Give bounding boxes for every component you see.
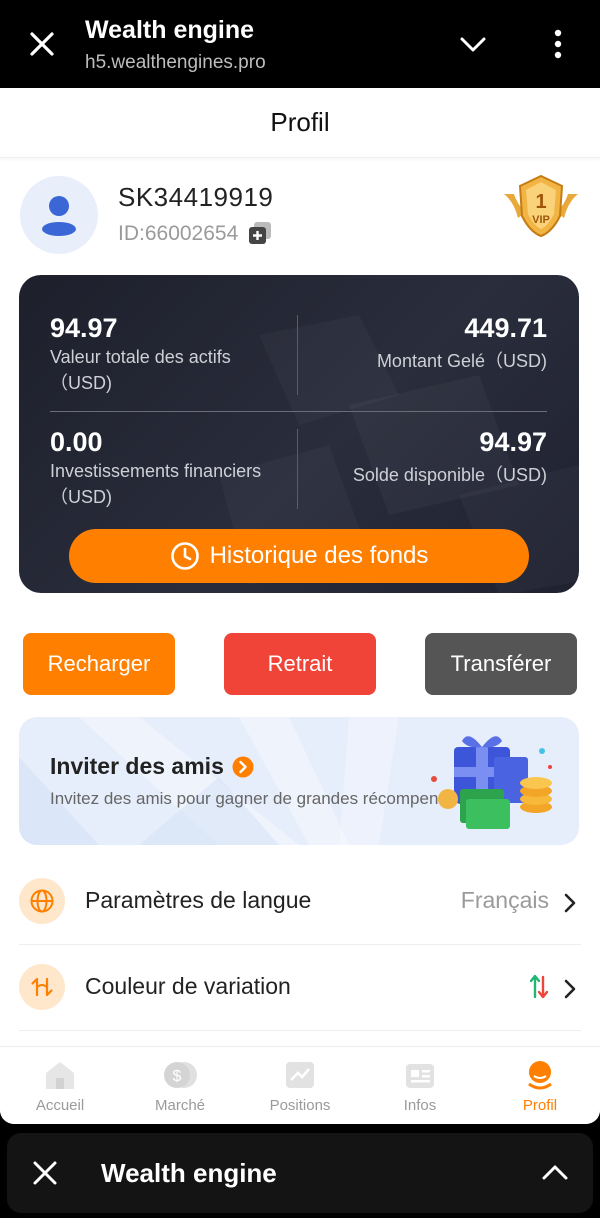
available-balance-value: 94.97 — [479, 427, 547, 457]
tab-positions[interactable]: Positions — [240, 1047, 360, 1124]
home-icon — [46, 1062, 74, 1089]
invite-title: Inviter des amis — [50, 753, 254, 780]
invite-title-text: Inviter des amis — [50, 753, 224, 779]
recharge-button[interactable]: Recharger — [23, 633, 175, 695]
language-value: Français — [460, 887, 549, 913]
more-options-icon[interactable] — [548, 28, 568, 60]
bottom-app-bar: Wealth engine — [7, 1133, 593, 1213]
close-icon[interactable] — [32, 1160, 58, 1186]
divider — [297, 429, 298, 509]
tab-news-label: Infos — [403, 1097, 437, 1114]
gift-icon — [431, 736, 552, 829]
tab-home-label: Accueil — [35, 1097, 85, 1114]
user-id: ID:66002654 — [118, 222, 239, 245]
vip-level: 1 — [535, 191, 546, 213]
browser-url: h5.wealthengines.pro — [85, 52, 266, 73]
username: SK34419919 — [118, 182, 274, 212]
profile-header: SK34419919 ID:66002654 1 VIP — [0, 174, 600, 266]
available-balance: 94.97 Solde disponible（USD) — [307, 427, 547, 488]
change-color-label: Couleur de variation — [85, 973, 291, 999]
chevron-right-icon — [564, 893, 576, 913]
chevron-right-icon — [564, 979, 576, 999]
vip-label: VIP — [532, 214, 550, 226]
investments-value: 0.00 — [50, 427, 103, 457]
tab-market[interactable]: $ Marché — [120, 1047, 240, 1124]
frozen-amount-value: 449.71 — [464, 313, 547, 343]
investments-label: Investissements financiers （USD) — [50, 461, 262, 507]
funds-history-button[interactable]: Historique des fonds — [69, 529, 529, 583]
transfer-button[interactable]: Transférer — [425, 633, 577, 695]
divider — [297, 315, 298, 395]
withdraw-button[interactable]: Retrait — [224, 633, 376, 695]
tab-profile[interactable]: Profil — [480, 1047, 600, 1124]
news-icon — [406, 1064, 434, 1088]
browser-top-bar: Wealth engine h5.wealthengines.pro — [0, 0, 600, 88]
svg-text:$: $ — [173, 1068, 182, 1085]
vip-badge-icon[interactable]: 1 VIP — [500, 172, 582, 240]
language-settings-row[interactable]: Paramètres de langue Français — [19, 859, 581, 945]
avatar[interactable] — [20, 176, 98, 254]
page-title: Profil — [0, 88, 600, 158]
profile-page: Profil SK34419919 ID:66002654 1 VIP 94.9… — [0, 88, 600, 1124]
invite-friends-banner[interactable]: Inviter des amis Invitez des amis pour g… — [19, 717, 579, 845]
browser-title: Wealth engine — [85, 16, 255, 44]
available-balance-label: Solde disponible（USD) — [352, 465, 547, 485]
close-icon[interactable] — [28, 30, 56, 58]
frozen-amount-label: Montant Gelé（USD) — [376, 351, 547, 371]
tab-news[interactable]: Infos — [360, 1047, 480, 1124]
funds-history-label: Historique des fonds — [209, 542, 429, 569]
bottom-bar-title: Wealth engine — [101, 1158, 277, 1188]
language-settings-label: Paramètres de langue — [85, 887, 312, 913]
globe-icon — [19, 878, 65, 924]
assets-card: 94.97 Valeur totale des actifs （USD) 449… — [19, 275, 579, 593]
up-down-color-icon — [529, 974, 549, 999]
chevron-down-icon[interactable] — [458, 32, 488, 56]
bottom-tab-bar: Accueil $ Marché Positions Infos Profil — [0, 1046, 600, 1124]
total-assets: 94.97 Valeur totale des actifs （USD) — [50, 313, 280, 396]
coin-icon: $ — [164, 1062, 197, 1088]
chevron-up-icon[interactable] — [540, 1161, 570, 1183]
total-assets-value: 94.97 — [50, 313, 118, 343]
total-assets-label: Valeur totale des actifs （USD) — [50, 347, 231, 393]
user-icon — [42, 196, 76, 236]
change-color-row[interactable]: Couleur de variation — [19, 945, 581, 1031]
divider — [50, 411, 547, 412]
arrow-right-circle-icon — [232, 756, 254, 777]
invite-subtitle: Invitez des amis pour gagner de grandes … — [50, 789, 475, 808]
tab-market-label: Marché — [154, 1097, 206, 1114]
chart-icon — [286, 1062, 314, 1088]
clock-icon — [170, 542, 199, 570]
profile-icon — [528, 1061, 552, 1090]
copy-icon[interactable] — [248, 221, 272, 245]
financial-investments: 0.00 Investissements financiers （USD) — [50, 427, 300, 510]
tab-positions-label: Positions — [269, 1097, 331, 1114]
frozen-amount: 449.71 Montant Gelé（USD) — [307, 313, 547, 374]
tab-profile-label: Profil — [522, 1097, 558, 1114]
tab-home[interactable]: Accueil — [0, 1047, 120, 1124]
swap-arrows-icon — [19, 964, 65, 1010]
